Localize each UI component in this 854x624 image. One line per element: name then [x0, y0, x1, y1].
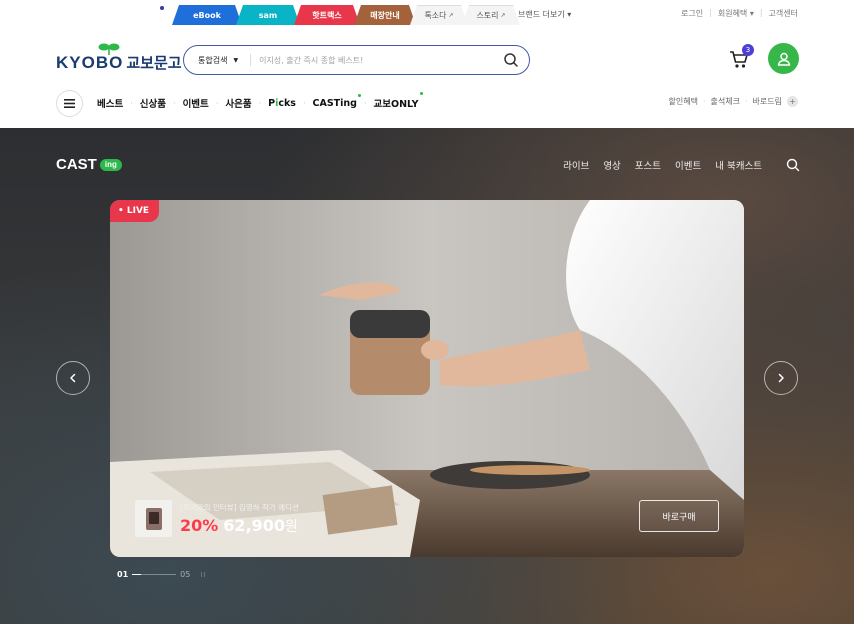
- discount-rate: 20%: [180, 515, 219, 535]
- search-scope-label: 통합검색: [198, 55, 228, 65]
- my-account-button[interactable]: [768, 43, 799, 74]
- global-nav: 베스트 · 신상품 · 이벤트 · 사은품 · Picks · CASTing …: [56, 89, 423, 117]
- divider: [250, 54, 252, 66]
- nav-kyobo-only-label: 교보ONLY: [373, 99, 419, 110]
- external-link-icon: ↗: [500, 12, 506, 19]
- product-info: [작가와의 인터뷰] 김영하 작가 에디션 20% 62,900 원: [180, 502, 299, 536]
- casting-section: CAST ing 라이브 영상 포스트 이벤트 내 북캐스트 • LIVE [작…: [0, 128, 854, 624]
- menu-button[interactable]: [56, 89, 83, 117]
- new-dot-icon: [419, 92, 423, 95]
- search-icon[interactable]: [786, 158, 800, 172]
- nav-events[interactable]: 이벤트: [183, 96, 209, 110]
- casting-tab-post[interactable]: 포스트: [635, 158, 661, 172]
- search-input[interactable]: [259, 55, 490, 65]
- divider: ·: [130, 98, 133, 108]
- casting-tab-event[interactable]: 이벤트: [675, 158, 701, 172]
- quick-links: 할인혜택 · 출석체크 · 바로드림 +: [669, 96, 798, 107]
- casting-logo-text: CAST: [56, 156, 97, 173]
- product-image-icon: [145, 507, 162, 530]
- sprout-logo-icon: [98, 43, 120, 56]
- discount-benefits-link[interactable]: 할인혜택: [669, 96, 698, 107]
- next-slide-button[interactable]: [764, 361, 798, 395]
- nav-casting[interactable]: CASTing: [312, 93, 361, 109]
- casting-tab-live[interactable]: 라이브: [563, 158, 589, 172]
- casting-nav: 라이브 영상 포스트 이벤트 내 북캐스트: [563, 158, 762, 172]
- service-tab-label: 톡소다: [424, 11, 447, 20]
- price-amount: 62,900: [223, 515, 286, 535]
- brand-more-dropdown[interactable]: 브랜드 더보기 ▾: [518, 9, 571, 20]
- casting-logo[interactable]: CAST ing: [56, 156, 122, 173]
- nav-new-products[interactable]: 신상품: [140, 96, 166, 110]
- chevron-right-icon: [778, 373, 784, 383]
- nav-best[interactable]: 베스트: [97, 96, 123, 110]
- utility-links: 로그인 | 회원혜택 ▾ | 고객센터: [681, 8, 798, 19]
- service-tab-story[interactable]: 스토리 ↗: [462, 5, 520, 25]
- casting-tab-video[interactable]: 영상: [603, 158, 620, 172]
- search-scope-select[interactable]: 통합검색 ▼: [198, 55, 238, 66]
- picks-accent-letter: i: [275, 97, 279, 109]
- slide-progress-fill: [132, 574, 141, 575]
- divider: ·: [363, 98, 367, 108]
- member-benefits-link[interactable]: 회원혜택 ▾: [718, 8, 754, 19]
- product-price: 20% 62,900 원: [180, 516, 299, 536]
- nav-casting-label: CASTing: [312, 97, 357, 109]
- product-title: [작가와의 인터뷰] 김영하 작가 에디션: [180, 502, 299, 512]
- search-bar: 통합검색 ▼: [183, 45, 530, 75]
- cart-button[interactable]: 3: [728, 44, 754, 72]
- cart-count-badge: 3: [742, 44, 754, 56]
- pause-button[interactable]: II: [200, 571, 206, 579]
- live-badge: • LIVE: [110, 200, 160, 222]
- service-tab-toksoda[interactable]: 톡소다 ↗: [410, 5, 468, 25]
- user-icon: [777, 52, 790, 66]
- nav-picks[interactable]: Picks: [268, 98, 296, 109]
- kyobo-logo[interactable]: KYOBO 교보문고: [56, 43, 182, 73]
- external-link-icon: ↗: [448, 12, 454, 19]
- service-tab-sam[interactable]: sam: [236, 5, 300, 25]
- bullet-dot-icon: [160, 6, 164, 10]
- total-slides: 05: [180, 570, 191, 579]
- plus-icon[interactable]: +: [787, 96, 798, 107]
- new-dot-icon: [357, 93, 361, 97]
- service-tab-hottracks[interactable]: 핫트랙스: [294, 5, 360, 25]
- service-tab-ebook[interactable]: eBook: [172, 5, 242, 25]
- divider: ·: [745, 97, 748, 106]
- hamburger-icon: [64, 98, 75, 108]
- divider: |: [759, 8, 763, 17]
- logo-korean: 교보문고: [126, 55, 182, 72]
- nav-gifts[interactable]: 사은품: [225, 96, 251, 110]
- live-hero-banner[interactable]: • LIVE [작가와의 인터뷰] 김영하 작가 에디션 20% 62,900 …: [110, 200, 744, 557]
- nav-kyobo-only[interactable]: 교보ONLY: [373, 92, 423, 110]
- service-tabs: eBook sam 핫트랙스 매장안내 톡소다 ↗ 스토리 ↗: [172, 5, 514, 25]
- login-link[interactable]: 로그인: [681, 8, 703, 19]
- chevron-left-icon: [70, 373, 76, 383]
- site-header: KYOBO교보문고 통합검색 ▼ 3: [0, 26, 854, 128]
- casting-logo-badge: ing: [99, 158, 122, 171]
- divider: |: [709, 8, 712, 17]
- divider: ·: [215, 98, 219, 108]
- divider: ·: [703, 97, 706, 106]
- current-slide: 01: [117, 570, 129, 579]
- featured-product[interactable]: [작가와의 인터뷰] 김영하 작가 에디션 20% 62,900 원: [135, 500, 299, 537]
- buy-now-button[interactable]: 바로구매: [639, 500, 719, 532]
- divider: ·: [173, 98, 176, 108]
- prev-slide-button[interactable]: [56, 361, 90, 395]
- baro-dream-link[interactable]: 바로드림: [753, 96, 782, 107]
- service-tab-store-info[interactable]: 매장안내: [354, 5, 416, 25]
- divider: ·: [302, 98, 306, 108]
- search-icon[interactable]: [503, 52, 519, 68]
- caret-down-icon: ▼: [233, 56, 239, 64]
- casting-tab-my-bookcast[interactable]: 내 북캐스트: [715, 158, 762, 172]
- attendance-check-link[interactable]: 출석체크: [711, 96, 740, 107]
- service-tab-label: 스토리: [476, 11, 499, 20]
- product-thumbnail: [135, 500, 172, 537]
- customer-center-link[interactable]: 고객센터: [769, 8, 798, 19]
- slide-progress-bar: [132, 574, 177, 575]
- divider: ·: [258, 98, 262, 108]
- top-service-bar: eBook sam 핫트랙스 매장안내 톡소다 ↗ 스토리 ↗ 브랜드 더보기 ▾ …: [0, 0, 854, 26]
- price-currency: 원: [285, 518, 298, 535]
- slide-pager: 01 05 II: [117, 570, 206, 579]
